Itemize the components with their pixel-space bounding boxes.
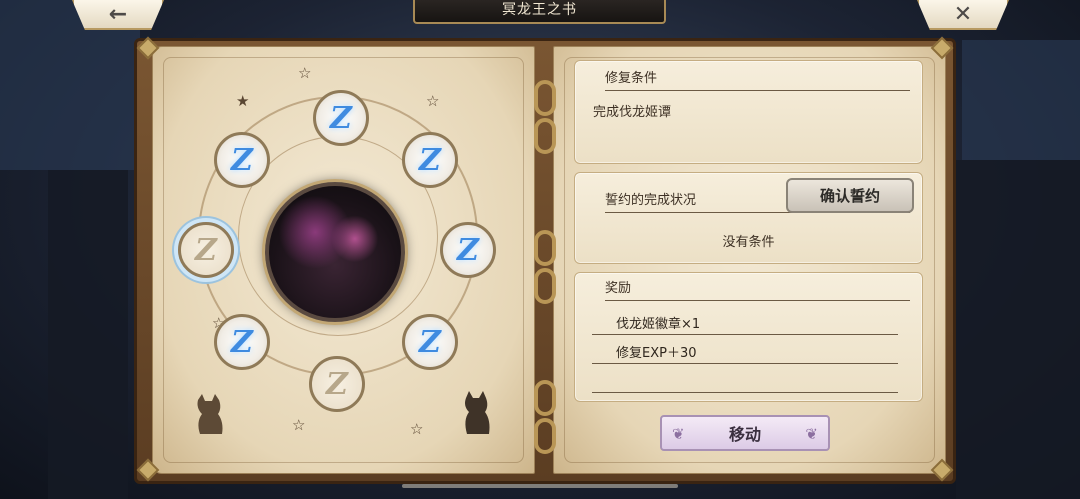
- move-button[interactable]: ❦ 移动 ❦: [660, 415, 830, 451]
- rune-glyph-icon: Z: [326, 366, 348, 402]
- badge-icon: [592, 312, 612, 332]
- rune-glyph-icon: Z: [419, 142, 441, 178]
- star-icon: ☆: [410, 420, 424, 438]
- rune-node-2[interactable]: Z: [402, 132, 458, 188]
- back-arrow-icon: ←: [108, 1, 128, 27]
- close-button[interactable]: ✕: [917, 0, 1009, 30]
- rune-glyph-icon: Z: [195, 232, 217, 268]
- dragon-king-portrait: [265, 182, 405, 322]
- reward-label: 修复EXP＋30: [616, 345, 697, 361]
- reward-item: 伐龙姬徽章×1: [592, 310, 898, 335]
- rune-glyph-icon: Z: [231, 324, 253, 360]
- rune-node-6[interactable]: Z: [178, 222, 234, 278]
- cat-silhouette-icon: [197, 394, 223, 434]
- move-button-label: 移动: [728, 425, 761, 444]
- reward-empty-row: [592, 368, 898, 393]
- rune-glyph-icon: Z: [457, 232, 479, 268]
- scroll-indicator[interactable]: [402, 484, 678, 488]
- reward-label: 伐龙姬徽章×1: [616, 316, 701, 332]
- rune-node-3[interactable]: Z: [440, 222, 496, 278]
- rewards-heading: 奖励: [605, 279, 910, 301]
- binder-ring-icon: [534, 230, 556, 266]
- binder-ring-icon: [534, 380, 556, 416]
- repair-condition-panel: 修复条件 完成伐龙姬谭: [574, 60, 923, 164]
- reward-item: 修复EXP＋30: [592, 339, 898, 364]
- rune-glyph-icon: Z: [330, 100, 352, 136]
- binder-ring-icon: [534, 118, 556, 154]
- rune-glyph-icon: Z: [419, 324, 441, 360]
- rune-node-5[interactable]: Z: [214, 132, 270, 188]
- binder-ring-icon: [534, 418, 556, 454]
- confirm-pledge-button[interactable]: 确认誓约: [786, 178, 914, 213]
- background-building: [48, 170, 128, 499]
- star-icon: ★: [236, 92, 250, 110]
- binder-ring-icon: [534, 268, 556, 304]
- background-building: [956, 160, 1080, 499]
- star-icon: ☆: [298, 64, 312, 82]
- star-icon: ☆: [426, 92, 440, 110]
- cat-silhouette-icon: [465, 391, 490, 434]
- back-button[interactable]: ←: [72, 0, 164, 30]
- rune-glyph-icon: Z: [231, 142, 253, 178]
- flourish-icon: ❦: [805, 425, 818, 443]
- close-icon: ✕: [953, 1, 973, 27]
- repair-condition-text: 完成伐龙姬谭: [593, 105, 672, 120]
- rune-node-4[interactable]: Z: [402, 314, 458, 370]
- exp-icon: [592, 341, 612, 361]
- repair-condition-heading: 修复条件: [605, 69, 910, 91]
- rune-node-7[interactable]: Z: [214, 314, 270, 370]
- pledge-status-text: 没有条件: [722, 235, 775, 250]
- rune-node-8[interactable]: Z: [309, 356, 365, 412]
- binder-ring-icon: [534, 80, 556, 116]
- rune-node-1[interactable]: Z: [313, 90, 369, 146]
- page-title: 冥龙王之书: [413, 0, 666, 24]
- background-window: [962, 40, 1080, 160]
- star-icon: ☆: [292, 416, 306, 434]
- flourish-icon: ❦: [672, 425, 685, 443]
